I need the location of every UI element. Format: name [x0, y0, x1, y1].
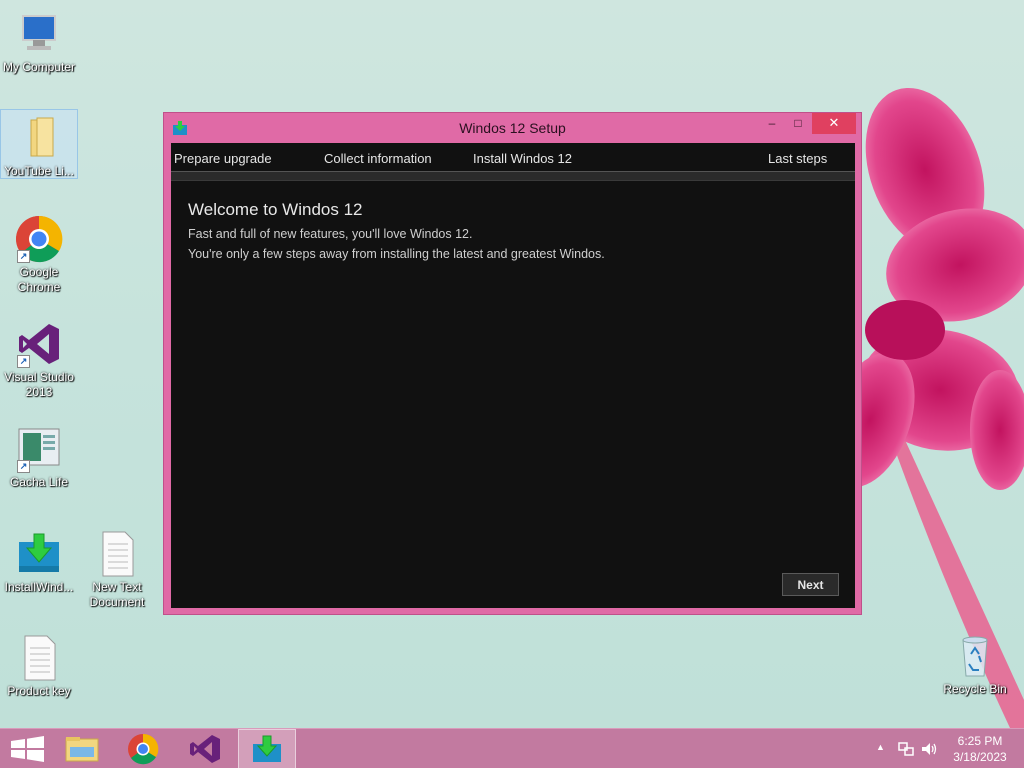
- network-icon[interactable]: [897, 740, 915, 768]
- text-document-icon: [15, 634, 63, 682]
- computer-icon: [15, 10, 63, 58]
- desktop-icon-install-windos[interactable]: InstallWind...: [0, 530, 78, 595]
- windows-logo-icon: [11, 736, 44, 762]
- recycle-bin-icon: [951, 632, 999, 680]
- chrome-icon: ↗: [15, 215, 63, 263]
- desktop-icon-label: Visual Studio 2013: [4, 370, 74, 399]
- desktop-icon-label: InstallWind...: [4, 580, 74, 594]
- taskbar-file-explorer[interactable]: [54, 729, 110, 768]
- clock-time: 6:25 PM: [957, 734, 1003, 748]
- text-document-icon: [93, 530, 141, 578]
- visual-studio-icon: [190, 735, 220, 763]
- desktop-icon-youtube-folder[interactable]: YouTube Li...: [0, 109, 78, 179]
- desktop-icon-new-text-document[interactable]: New Text Document: [78, 530, 156, 610]
- welcome-line-2: You're only a few steps away from instal…: [188, 247, 605, 261]
- taskbar-visual-studio[interactable]: [177, 729, 233, 768]
- setup-progress-bar: [171, 171, 855, 181]
- download-installer-icon: [15, 530, 63, 578]
- download-installer-icon: [253, 735, 281, 762]
- desktop-icon-product-key[interactable]: Product key: [0, 634, 78, 699]
- start-button[interactable]: [0, 729, 56, 768]
- desktop-icon-visual-studio[interactable]: ↗ Visual Studio 2013: [0, 320, 78, 400]
- welcome-heading: Welcome to Windos 12: [188, 200, 363, 219]
- visual-studio-icon: ↗: [15, 320, 63, 368]
- step-install: Install Windos 12: [473, 151, 572, 166]
- tray-overflow-chevron[interactable]: ▲: [876, 742, 885, 768]
- chrome-icon: [128, 733, 159, 765]
- desktop-icon-recycle-bin[interactable]: Recycle Bin: [936, 632, 1014, 697]
- desktop-icon-label: Gacha Life: [9, 475, 69, 489]
- desktop-icon-label: My Computer: [2, 60, 76, 74]
- close-button[interactable]: ✕: [812, 113, 856, 134]
- folder-icon: [15, 114, 63, 162]
- taskbar-chrome[interactable]: [115, 729, 171, 768]
- desktop-icon-label: Recycle Bin: [943, 682, 1007, 696]
- step-collect-information: Collect information: [324, 151, 432, 166]
- desktop-icon-google-chrome[interactable]: ↗ Google Chrome: [0, 215, 78, 295]
- desktop-icon-label: New Text Document: [89, 580, 145, 609]
- gacha-life-icon: ↗: [15, 425, 63, 473]
- minimize-button[interactable]: –: [760, 113, 784, 134]
- step-last-steps: Last steps: [768, 151, 828, 166]
- taskbar-setup-installer[interactable]: [238, 729, 296, 768]
- shortcut-arrow-icon: ↗: [17, 355, 30, 368]
- window-title: Windos 12 Setup: [459, 120, 566, 136]
- shortcut-arrow-icon: ↗: [17, 460, 30, 473]
- file-explorer-icon: [65, 737, 99, 762]
- desktop-icon-label: YouTube Li...: [4, 164, 74, 178]
- step-prepare-upgrade: Prepare upgrade: [174, 151, 272, 166]
- taskbar: ▲ 6:25 PM 3/18/2023: [0, 728, 1024, 768]
- volume-icon[interactable]: [920, 740, 938, 768]
- desktop-icon-my-computer[interactable]: My Computer: [0, 10, 78, 75]
- setup-content: Prepare upgrade Collect information Inst…: [171, 143, 855, 608]
- welcome-line-1: Fast and full of new features, you'll lo…: [188, 227, 473, 241]
- desktop-icon-gacha-life[interactable]: ↗ Gacha Life: [0, 425, 78, 490]
- setup-window: Windos 12 Setup – □ ✕ Prepare upgrade Co…: [163, 112, 862, 615]
- window-titlebar[interactable]: Windos 12 Setup – □ ✕: [164, 113, 861, 143]
- desktop-icon-label: Google Chrome: [17, 265, 61, 294]
- maximize-button[interactable]: □: [786, 113, 810, 134]
- desktop-icon-label: Product key: [7, 684, 71, 698]
- setup-steps: Prepare upgrade Collect information Inst…: [171, 143, 855, 171]
- clock-date: 3/18/2023: [953, 750, 1007, 764]
- welcome-section: Welcome to Windos 12 Fast and full of ne…: [188, 200, 605, 264]
- system-clock[interactable]: 6:25 PM 3/18/2023: [944, 733, 1016, 765]
- next-button[interactable]: Next: [782, 573, 839, 596]
- shortcut-arrow-icon: ↗: [17, 250, 30, 263]
